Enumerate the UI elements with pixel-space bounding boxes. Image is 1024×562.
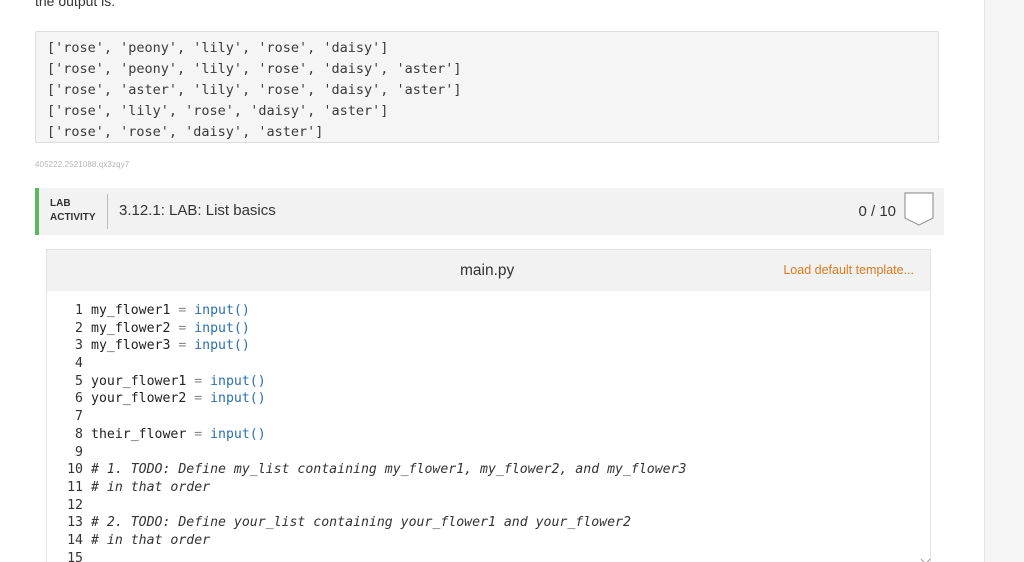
lab-tag-line1: LAB (50, 198, 71, 209)
line-number: 1 (75, 303, 83, 318)
code-line[interactable]: 7 (47, 408, 930, 426)
line-number: 8 (75, 426, 83, 442)
lab-activity-tag: LAB ACTIVITY (50, 197, 96, 225)
code-comment: # in that order (91, 532, 211, 548)
code-area[interactable]: 1 my_flower1 = input() 2 my_flower2 = input… (47, 302, 930, 562)
line-number: 5 (75, 373, 83, 389)
output-line: ['rose', 'peony', 'lily', 'rose', 'daisy… (47, 40, 389, 56)
line-number: 15 (67, 550, 83, 562)
line-number: 11 (67, 479, 83, 495)
code-operator: = (170, 338, 195, 354)
code-line[interactable]: 14 # in that order (47, 532, 930, 550)
zybooks-id: 405222.2521088.qx3zqy7 (35, 160, 130, 169)
code-variable: your_flower1 (91, 373, 187, 389)
code-call: input() (210, 391, 266, 407)
output-line: ['rose', 'rose', 'daisy', 'aster'] (47, 123, 324, 140)
output-line: ['rose', 'lily', 'rose', 'daisy', 'aster… (47, 102, 389, 119)
line-number: 10 (67, 462, 83, 478)
code-comment: # 1. TODO: Define my_list containing my_… (91, 462, 687, 478)
code-operator: = (186, 373, 211, 389)
code-call: input() (210, 426, 266, 442)
lab-score: 0 / 10 (858, 203, 896, 220)
line-number: 12 (67, 497, 83, 513)
output-line: ['rose', 'peony', 'lily', 'rose', 'daisy… (47, 60, 462, 77)
code-line[interactable]: 4 (47, 355, 930, 373)
code-comment: # in that order (91, 479, 211, 495)
code-line[interactable]: 1 my_flower1 = input() (47, 302, 930, 320)
code-line[interactable]: 5 your_flower1 = input() (47, 373, 930, 391)
code-call: input() (194, 320, 250, 336)
code-line[interactable]: 10 # 1. TODO: Define my_list containing m… (47, 461, 930, 479)
code-line[interactable]: 6 your_flower2 = input() (47, 390, 930, 408)
code-variable: your_flower2 (91, 391, 187, 407)
line-number: 14 (67, 532, 83, 548)
code-line[interactable]: 9 (47, 444, 930, 462)
page: the output is: ['rose', 'peony', 'lily',… (0, 0, 1024, 562)
code-variable: my_flower3 (91, 338, 171, 354)
intro-text: the output is: (35, 0, 116, 9)
code-operator: = (170, 320, 195, 336)
lab-tag-line2: ACTIVITY (50, 212, 96, 223)
line-number: 4 (75, 356, 83, 372)
line-number: 3 (75, 338, 83, 354)
line-number: 7 (75, 409, 83, 425)
code-comment: # 2. TODO: Define your_list containing y… (91, 515, 631, 531)
code-call: input() (194, 338, 250, 354)
file-name: main.py (460, 262, 515, 279)
load-default-template-link[interactable]: Load default template... (783, 263, 914, 277)
code-operator: = (186, 426, 211, 442)
code-operator: = (186, 391, 211, 407)
code-variable: my_flower2 (91, 320, 171, 336)
editor-toolbar: main.py Load default template... (47, 250, 930, 291)
code-line[interactable]: 12 (47, 497, 930, 515)
output-line: ['rose', 'aster', 'lily', 'rose', 'daisy… (47, 81, 462, 98)
code-variable: my_flower1 (91, 303, 171, 318)
score-badge-icon (904, 192, 934, 226)
code-line[interactable]: 8 their_flower = input() (47, 426, 930, 444)
code-line[interactable]: 3 my_flower3 = input() (47, 337, 930, 355)
code-call: input() (210, 373, 266, 389)
code-line[interactable]: 13 # 2. TODO: Define your_list containing… (47, 514, 930, 532)
code-operator: = (170, 303, 195, 318)
expected-output-box: ['rose', 'peony', 'lily', 'rose', 'daisy… (35, 31, 939, 143)
code-line[interactable]: 2 my_flower2 = input() (47, 320, 930, 338)
code-variable: their_flower (91, 426, 187, 442)
right-gutter (984, 0, 1024, 562)
line-number: 9 (75, 444, 83, 460)
line-number: 6 (75, 391, 83, 407)
line-number: 13 (67, 515, 83, 531)
lab-title: 3.12.1: LAB: List basics (119, 202, 276, 219)
code-editor: main.py Load default template... 1 my_flo… (46, 249, 931, 562)
code-line[interactable]: 15 (47, 550, 930, 562)
line-number: 2 (75, 320, 83, 336)
code-call: input() (194, 303, 250, 318)
code-line[interactable]: 11 # in that order (47, 479, 930, 497)
lab-header-divider (107, 194, 108, 229)
lab-activity-header: LAB ACTIVITY 3.12.1: LAB: List basics 0 … (35, 188, 944, 235)
